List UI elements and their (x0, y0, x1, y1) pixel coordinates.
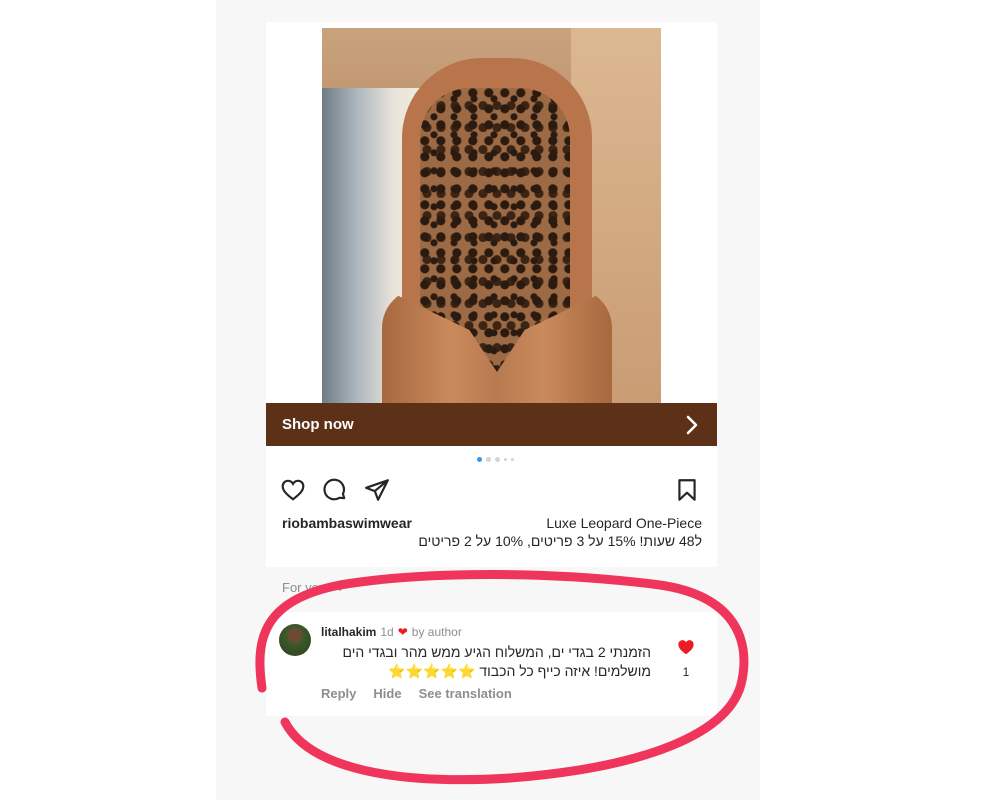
heart-filled-icon (678, 640, 694, 655)
comment-username[interactable]: litalhakim (321, 625, 376, 639)
author-liked-heart-icon: ❤ (397, 625, 408, 639)
chevron-down-icon (334, 583, 346, 591)
post-image[interactable] (322, 28, 661, 403)
post-card: Shop now riobambaswimwear Luxe Leopard O… (266, 22, 717, 567)
heart-outline-icon[interactable] (280, 477, 306, 503)
carousel-dot (486, 457, 491, 462)
carousel-dot (477, 457, 482, 462)
comment-text: הזמנתי 2 בגדי ים, המשלוח הגיע ממש מהר וב… (342, 644, 652, 679)
comment-age: 1d (380, 625, 394, 639)
carousel-indicator (477, 457, 514, 462)
carousel-dot (495, 457, 500, 462)
see-translation-button[interactable]: See translation (419, 686, 512, 701)
comment-actions: Reply Hide See translation (321, 686, 512, 701)
comment-bubble-icon[interactable] (322, 477, 348, 503)
author-badge: by author (411, 625, 462, 639)
comments-filter-dropdown[interactable]: For you (282, 580, 346, 595)
promo-text: ל48 שעות! 15% על 3 פריטים, 10% על 2 פריט… (418, 533, 702, 549)
comment-like-count: 1 (682, 665, 690, 679)
carousel-dot (511, 458, 514, 461)
hide-button[interactable]: Hide (373, 686, 401, 701)
post-username[interactable]: riobambaswimwear (282, 515, 412, 531)
reply-button[interactable]: Reply (321, 686, 356, 701)
shop-now-label: Shop now (282, 416, 354, 433)
comments-filter-label: For you (282, 580, 327, 595)
avatar[interactable] (279, 624, 311, 656)
shop-now-button[interactable]: Shop now (266, 403, 717, 446)
post-action-bar (280, 477, 704, 503)
carousel-dot (504, 458, 507, 461)
chevron-right-icon (686, 415, 698, 434)
comment-header: litalhakim 1d ❤ by author (321, 625, 462, 639)
comment-like-button[interactable] (676, 639, 696, 660)
send-paper-plane-icon[interactable] (364, 477, 390, 503)
product-name: Luxe Leopard One-Piece (546, 515, 702, 531)
comment-item: litalhakim 1d ❤ by author הזמנתי 2 בגדי … (266, 612, 717, 716)
bookmark-icon[interactable] (674, 477, 700, 503)
